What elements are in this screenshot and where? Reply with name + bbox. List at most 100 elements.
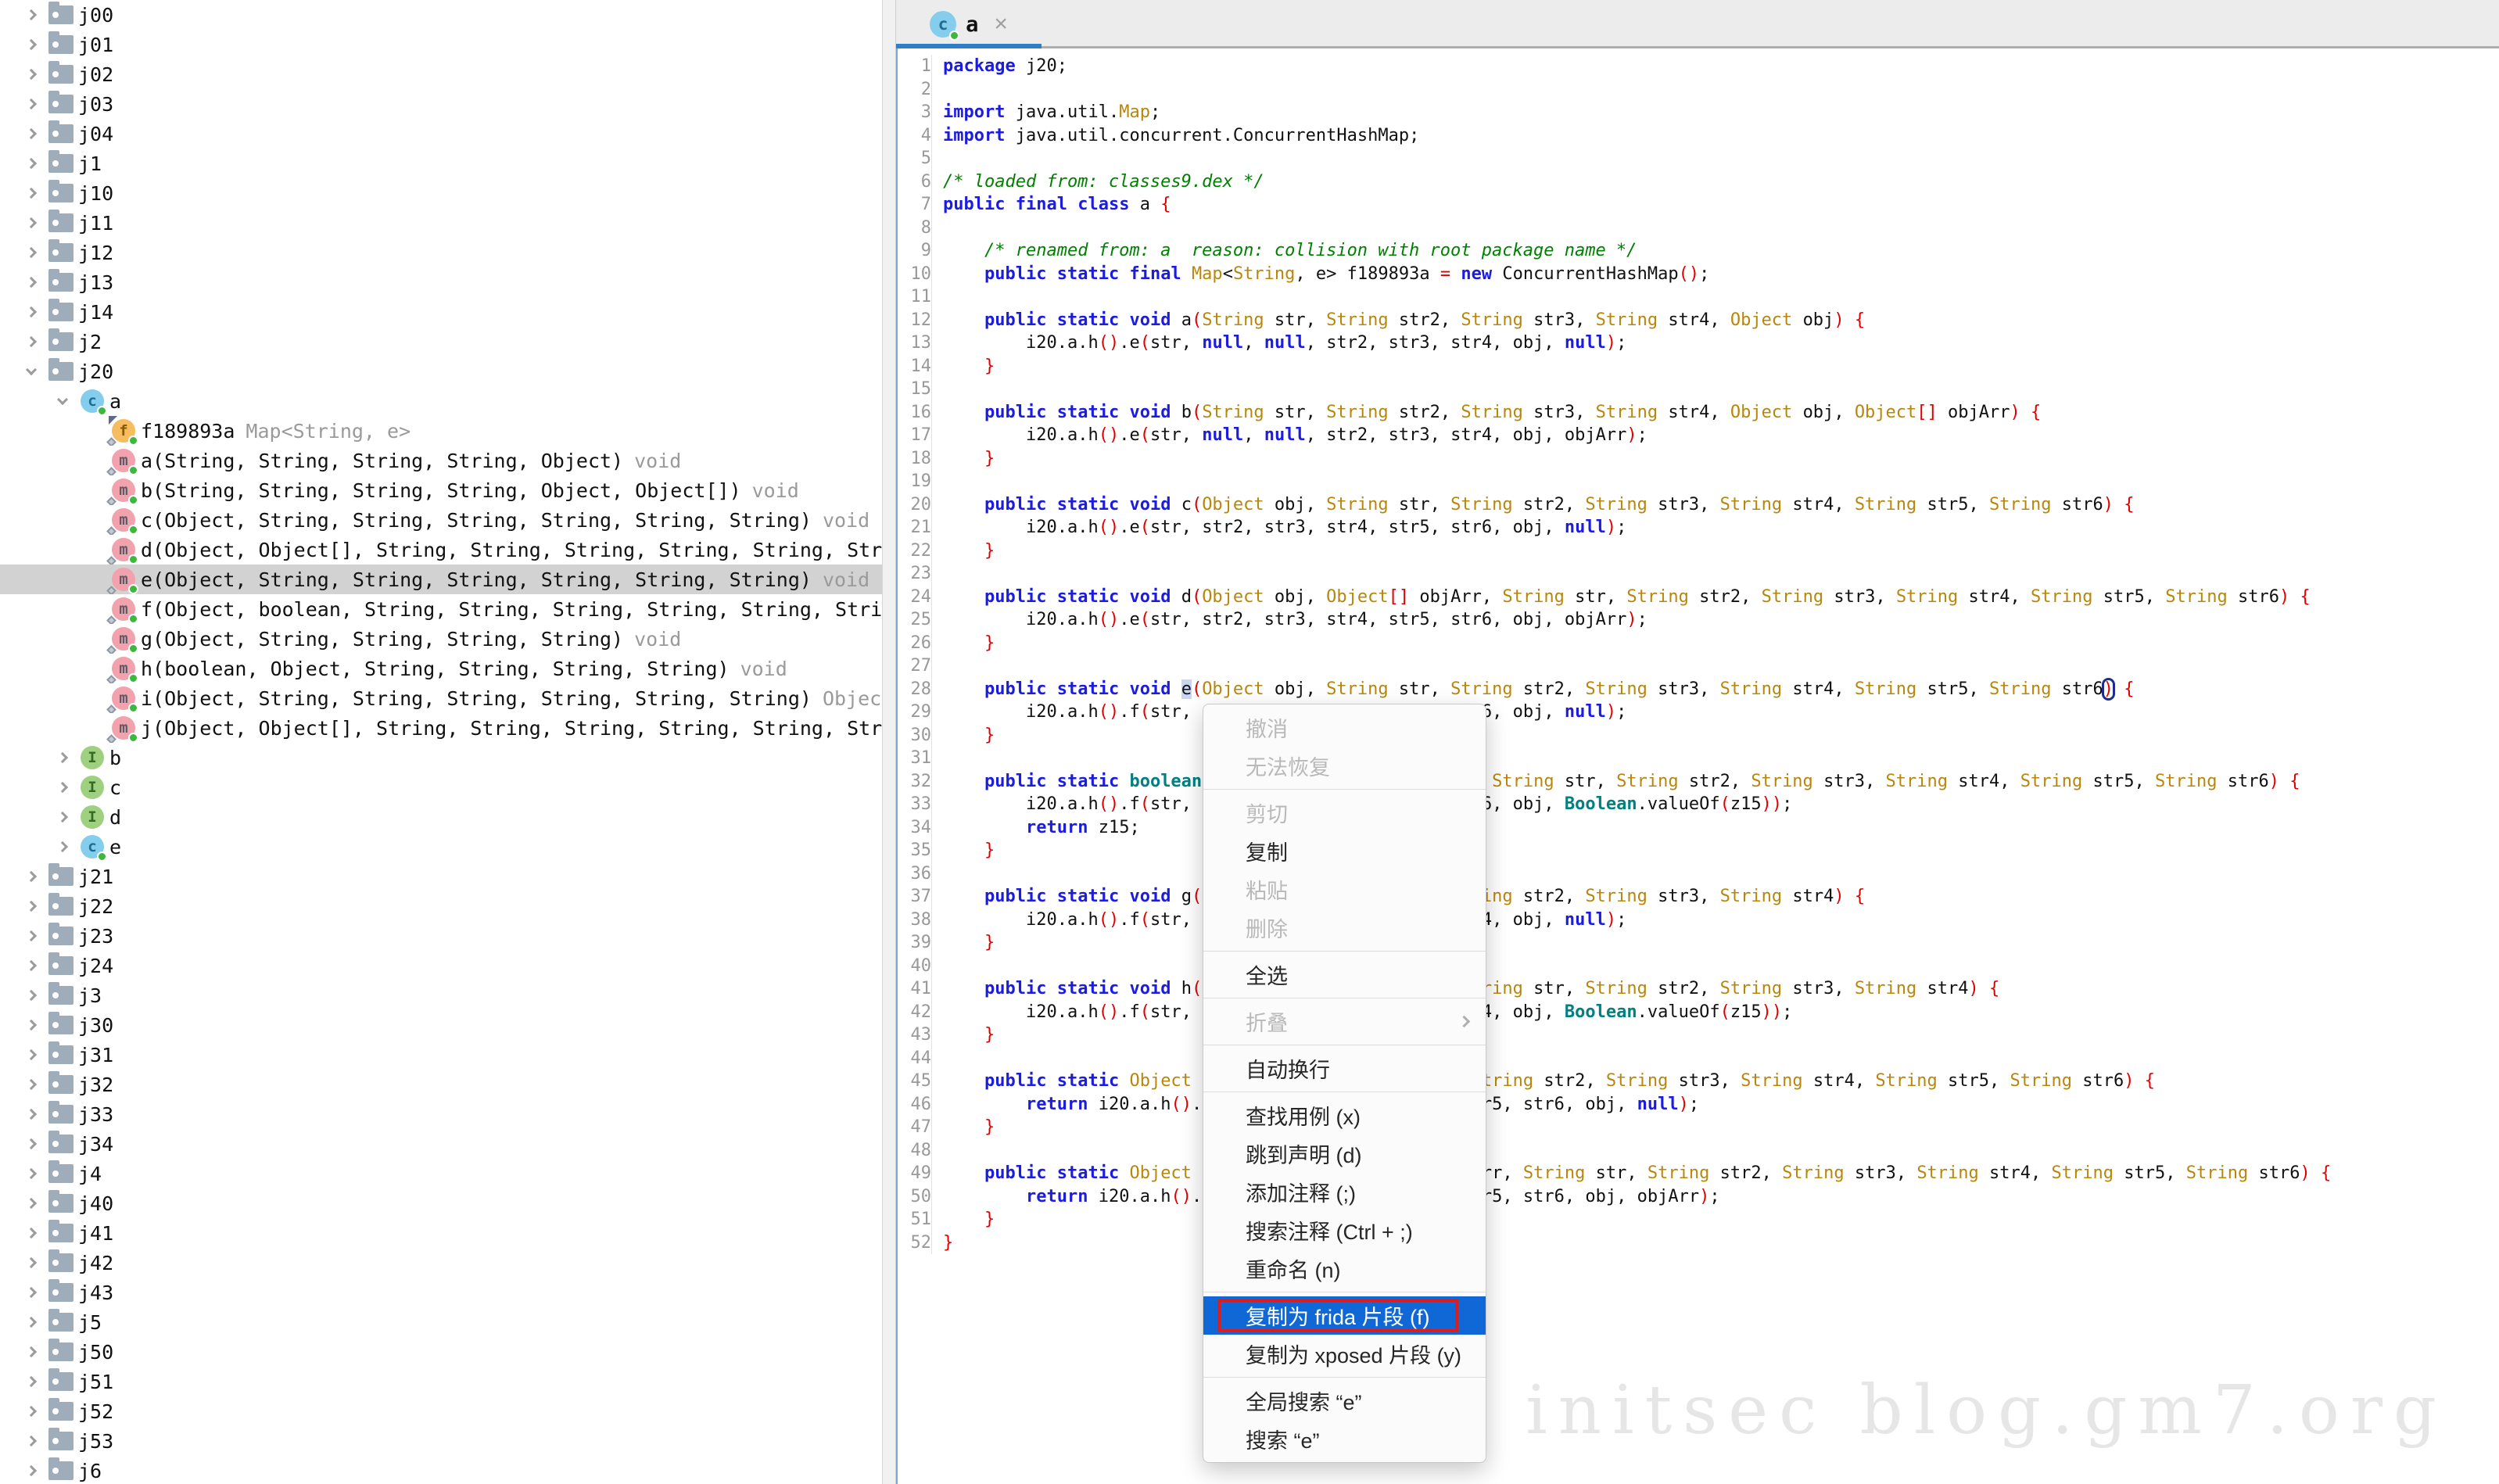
code-line[interactable]: 32 public static boolean f(Object obj, b…: [898, 770, 2499, 794]
tree-chevron-icon[interactable]: [20, 1110, 44, 1118]
tree-row[interactable]: ma(String, String, String, String, Objec…: [0, 446, 882, 475]
code-line[interactable]: 3import java.util.Map;: [898, 101, 2499, 124]
tree-chevron-icon[interactable]: [52, 399, 75, 403]
code-line[interactable]: 45 public static Object i(Object obj, St…: [898, 1070, 2499, 1093]
tree-row[interactable]: j24: [0, 951, 882, 980]
code-line[interactable]: 7public final class a {: [898, 193, 2499, 217]
tree-row[interactable]: me(Object, String, String, String, Strin…: [0, 565, 882, 594]
tree-row[interactable]: j33: [0, 1099, 882, 1129]
tree-chevron-icon[interactable]: [20, 189, 44, 197]
tree-row[interactable]: j53: [0, 1426, 882, 1456]
tree-row[interactable]: mi(Object, String, String, String, Strin…: [0, 683, 882, 713]
tree-chevron-icon[interactable]: [20, 219, 44, 227]
tree-chevron-icon[interactable]: [20, 991, 44, 999]
code-line[interactable]: 12 public static void a(String str, Stri…: [898, 309, 2499, 332]
tree-row[interactable]: Ic: [0, 772, 882, 802]
tree-chevron-icon[interactable]: [20, 1289, 44, 1296]
menu-item[interactable]: 重命名 (n): [1203, 1249, 1486, 1288]
code-line[interactable]: 24 public static void d(Object obj, Obje…: [898, 586, 2499, 609]
tree-row[interactable]: j40: [0, 1188, 882, 1218]
code-line[interactable]: 34 return z15;: [898, 816, 2499, 840]
tree-row[interactable]: j11: [0, 208, 882, 238]
code-line[interactable]: 51 }: [898, 1208, 2499, 1231]
code-line[interactable]: 19: [898, 470, 2499, 493]
code-line[interactable]: 1package j20;: [898, 55, 2499, 78]
tree-row[interactable]: j23: [0, 921, 882, 951]
tree-row[interactable]: mb(String, String, String, String, Objec…: [0, 475, 882, 505]
tree-row[interactable]: j02: [0, 59, 882, 89]
code-line[interactable]: 39 }: [898, 931, 2499, 955]
tree-row[interactable]: j21: [0, 862, 882, 891]
tree-row[interactable]: j1: [0, 149, 882, 178]
tree-chevron-icon[interactable]: [20, 1229, 44, 1237]
menu-item[interactable]: 复制为 xposed 片段 (y): [1203, 1335, 1486, 1373]
tree-row[interactable]: j30: [0, 1010, 882, 1040]
tree-chevron-icon[interactable]: [52, 754, 75, 762]
menu-item[interactable]: 复制为 frida 片段 (f): [1203, 1296, 1486, 1335]
code-line[interactable]: 17 i20.a.h().e(str, null, null, str2, st…: [898, 424, 2499, 447]
panel-splitter[interactable]: [882, 0, 896, 1484]
code-line[interactable]: 29 i20.a.h().f(str, str2, str3, str4, st…: [898, 701, 2499, 724]
tree-chevron-icon[interactable]: [20, 902, 44, 910]
tree-row[interactable]: j13: [0, 267, 882, 297]
tree-row[interactable]: j22: [0, 891, 882, 921]
menu-item[interactable]: 全选: [1203, 955, 1486, 994]
tree-row[interactable]: j3: [0, 980, 882, 1010]
code-line[interactable]: 48: [898, 1139, 2499, 1163]
code-line[interactable]: 28 public static void e(Object obj, Stri…: [898, 678, 2499, 701]
code-line[interactable]: 20 public static void c(Object obj, Stri…: [898, 493, 2499, 517]
tree-chevron-icon[interactable]: [20, 962, 44, 970]
tab-class-a[interactable]: c a ×: [896, 0, 1042, 48]
tree-row[interactable]: j14: [0, 297, 882, 327]
tree-row[interactable]: j43: [0, 1278, 882, 1307]
code-line[interactable]: 6/* loaded from: classes9.dex */: [898, 170, 2499, 194]
tree-row[interactable]: j50: [0, 1337, 882, 1367]
tree-row[interactable]: j32: [0, 1070, 882, 1099]
tree-chevron-icon[interactable]: [20, 369, 44, 374]
code-line[interactable]: 13 i20.a.h().e(str, null, null, str2, st…: [898, 332, 2499, 355]
tree-row[interactable]: j12: [0, 238, 882, 267]
menu-item[interactable]: 删除: [1203, 909, 1486, 947]
tree-chevron-icon[interactable]: [20, 338, 44, 346]
code-line[interactable]: 35 }: [898, 839, 2499, 862]
code-line[interactable]: 31: [898, 747, 2499, 770]
tree-row[interactable]: ff189893aMap<String, e>: [0, 416, 882, 446]
tree-row[interactable]: j2: [0, 327, 882, 357]
tree-row[interactable]: j6: [0, 1456, 882, 1484]
menu-item[interactable]: 搜索注释 (Ctrl + ;): [1203, 1211, 1486, 1249]
tree-chevron-icon[interactable]: [20, 1199, 44, 1207]
tree-row[interactable]: j34: [0, 1129, 882, 1159]
code-line[interactable]: 16 public static void b(String str, Stri…: [898, 401, 2499, 425]
code-line[interactable]: 10 public static final Map<String, e> f1…: [898, 263, 2499, 286]
tree-chevron-icon[interactable]: [20, 1318, 44, 1326]
tree-row[interactable]: md(Object, Object[], String, String, Str…: [0, 535, 882, 565]
tree-row[interactable]: j41: [0, 1218, 882, 1248]
tree-chevron-icon[interactable]: [20, 1437, 44, 1445]
tree-chevron-icon[interactable]: [20, 70, 44, 78]
tree-chevron-icon[interactable]: [20, 1348, 44, 1356]
tree-chevron-icon[interactable]: [20, 1051, 44, 1059]
tree-chevron-icon[interactable]: [20, 1021, 44, 1029]
code-line[interactable]: 43 }: [898, 1023, 2499, 1047]
code-line[interactable]: 33 i20.a.h().f(str, str2, str3, str4, st…: [898, 793, 2499, 816]
code-line[interactable]: 18 }: [898, 447, 2499, 471]
code-line[interactable]: 4import java.util.concurrent.ConcurrentH…: [898, 124, 2499, 148]
code-line[interactable]: 25 i20.a.h().e(str, str2, str3, str4, st…: [898, 608, 2499, 632]
code-line[interactable]: 11: [898, 285, 2499, 309]
tree-chevron-icon[interactable]: [52, 843, 75, 851]
tree-chevron-icon[interactable]: [20, 932, 44, 940]
code-line[interactable]: 27: [898, 654, 2499, 678]
code-line[interactable]: 41 public static void h(boolean z15, Obj…: [898, 977, 2499, 1001]
tree-row[interactable]: j31: [0, 1040, 882, 1070]
tree-chevron-icon[interactable]: [20, 1140, 44, 1148]
menu-item[interactable]: 折叠: [1203, 1002, 1486, 1041]
tree-chevron-icon[interactable]: [20, 1407, 44, 1415]
code-line[interactable]: 40: [898, 955, 2499, 978]
code-line[interactable]: 26 }: [898, 632, 2499, 655]
code-line[interactable]: 8: [898, 217, 2499, 240]
menu-item[interactable]: 粘贴: [1203, 870, 1486, 909]
menu-item[interactable]: 撤消: [1203, 708, 1486, 747]
menu-item[interactable]: 复制: [1203, 832, 1486, 870]
tree-row[interactable]: ca: [0, 386, 882, 416]
menu-item[interactable]: 剪切: [1203, 794, 1486, 832]
